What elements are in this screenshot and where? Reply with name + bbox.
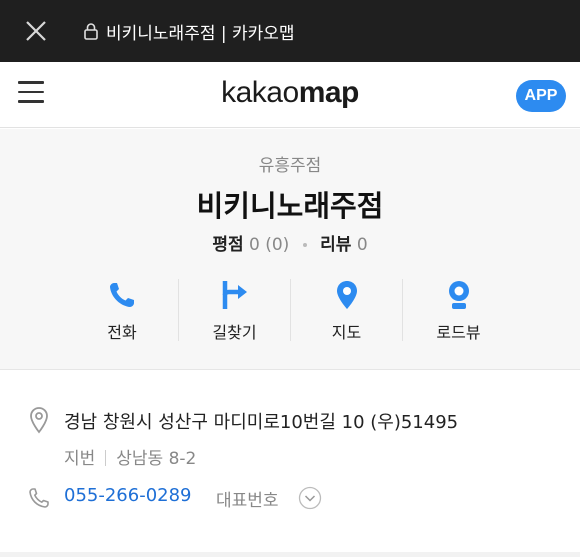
- rating-label: 평점: [212, 235, 244, 255]
- directions-icon: [222, 281, 247, 309]
- map-label: 지도: [331, 323, 362, 342]
- place-summary: 유흥주점 비키니노래주점 평점 0 (0) 리뷰 0 전화 길찾기 지도 로드뷰: [0, 129, 580, 369]
- browser-top-bar: 비키니노래주점 | 카카오맵: [0, 0, 580, 62]
- review-value[interactable]: 0: [357, 235, 368, 255]
- roadview-label: 로드뷰: [436, 323, 481, 342]
- review-label: 리뷰: [320, 235, 352, 255]
- rating-row: 평점 0 (0) 리뷰 0: [0, 230, 580, 255]
- directions-button[interactable]: 길찾기: [178, 279, 290, 342]
- place-info: 경남 창원시 성산구 마디미로10번길 10 (우)51495 지번 상남동 8-…: [0, 369, 580, 552]
- map-button[interactable]: 지도: [290, 279, 402, 342]
- roadview-button[interactable]: 로드뷰: [402, 279, 514, 342]
- divider: [105, 450, 107, 466]
- phone-icon: [110, 283, 134, 307]
- address-text: 경남 창원시 성산구 마디미로10번길 10 (우)51495: [64, 412, 459, 433]
- phone-outline-icon: [29, 488, 49, 508]
- directions-label: 길찾기: [212, 323, 257, 342]
- action-bar: 전화 길찾기 지도 로드뷰: [66, 279, 514, 342]
- close-icon[interactable]: [22, 17, 50, 45]
- app-button[interactable]: APP: [516, 80, 566, 112]
- roadview-icon: [448, 281, 469, 309]
- page-title: 비키니노래주점 | 카카오맵: [106, 24, 295, 44]
- phone-type-label: 대표번호: [216, 491, 279, 511]
- phone-number-link[interactable]: 055-266-0289: [64, 485, 192, 506]
- rating-value[interactable]: 0 (0): [249, 235, 289, 255]
- call-label: 전화: [107, 323, 137, 342]
- map-pin-icon: [336, 281, 357, 309]
- bottom-divider: [0, 552, 580, 557]
- chevron-down-icon[interactable]: [298, 486, 322, 510]
- logo-text-kakao: kakao: [221, 76, 299, 109]
- place-category: 유흥주점: [258, 156, 322, 176]
- app-header: kakaomap APP: [0, 62, 580, 128]
- jibun-value: 상남동 8-2: [116, 449, 197, 469]
- kakaomap-logo[interactable]: kakaomap: [0, 76, 580, 110]
- location-pin-icon: [30, 407, 48, 434]
- jibun-label: 지번: [64, 449, 96, 469]
- place-name: 비키니노래주점: [196, 189, 384, 223]
- call-button[interactable]: 전화: [66, 279, 178, 342]
- lock-icon: [84, 23, 98, 40]
- logo-text-map: map: [298, 76, 360, 109]
- jibun-address: 지번 상남동 8-2: [64, 444, 196, 469]
- separator-dot: [302, 243, 307, 247]
